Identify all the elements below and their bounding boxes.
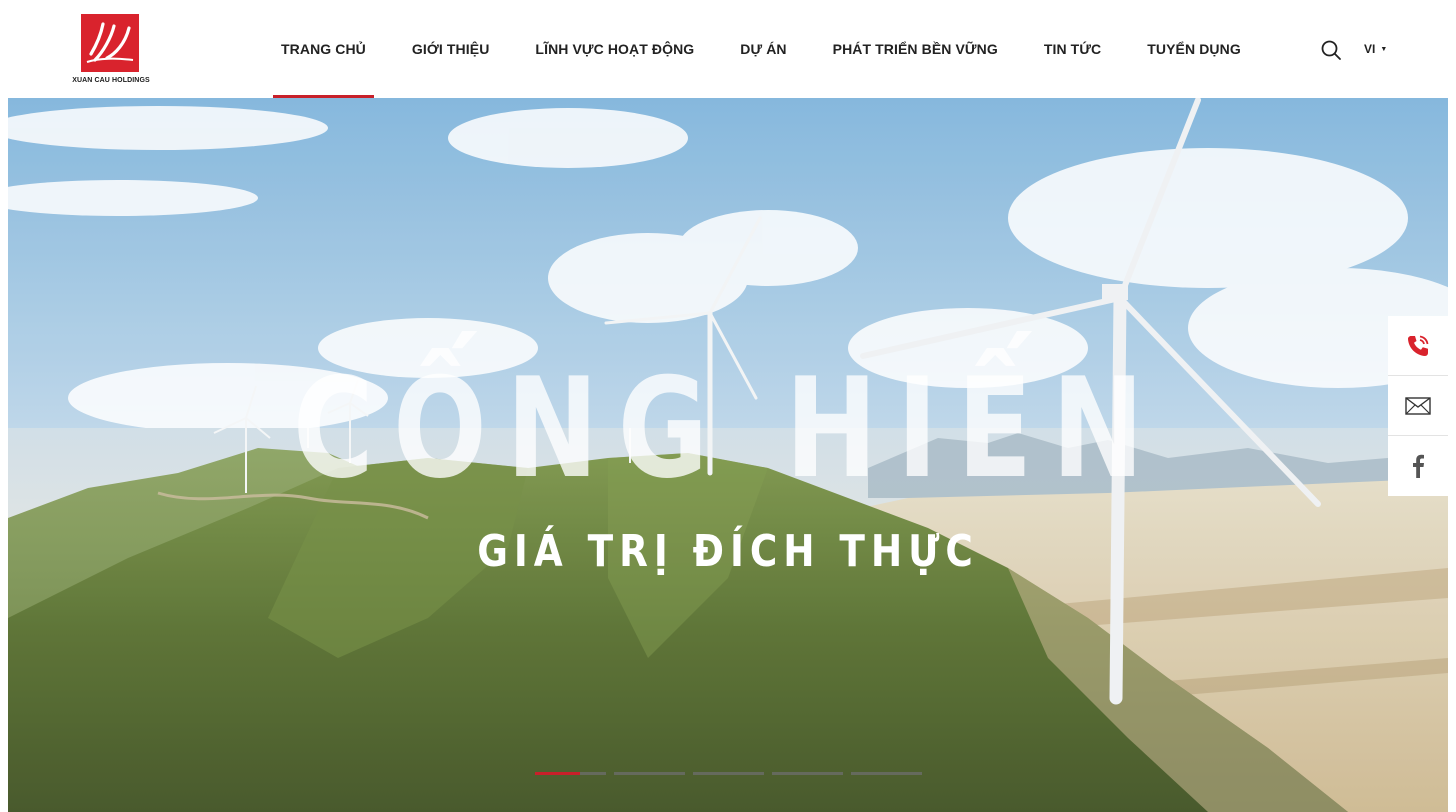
nav-item-careers[interactable]: TUYỂN DỤNG <box>1139 0 1249 98</box>
language-label: VI <box>1364 42 1376 56</box>
nav-item-home[interactable]: TRANG CHỦ <box>273 0 374 98</box>
main-nav: TRANG CHỦ GIỚI THIỆU LĨNH VỰC HOẠT ĐỘNG … <box>273 0 1279 98</box>
slide-dot-2[interactable] <box>614 772 685 775</box>
nav-item-news[interactable]: TIN TỨC <box>1036 0 1109 98</box>
site-header: XUAN CAU HOLDINGS TRANG CHỦ GIỚI THIỆU L… <box>8 0 1448 98</box>
search-icon[interactable] <box>1320 39 1342 61</box>
language-switcher[interactable]: VI ▼ <box>1364 42 1387 56</box>
page-frame: XUAN CAU HOLDINGS TRANG CHỦ GIỚI THIỆU L… <box>8 0 1448 812</box>
facebook-button[interactable] <box>1388 436 1448 496</box>
nav-item-projects[interactable]: DỰ ÁN <box>732 0 794 98</box>
nav-item-sustainability[interactable]: PHÁT TRIỂN BỀN VỮNG <box>825 0 1006 98</box>
hero-subline: GIÁ TRỊ ĐÍCH THỰC <box>477 526 979 577</box>
phone-button[interactable] <box>1388 316 1448 376</box>
hero-headline: CỐNG HIẾN <box>292 348 1164 509</box>
phone-icon <box>1408 335 1429 356</box>
logo-mark-icon <box>81 14 139 72</box>
slider-pagination <box>535 772 922 775</box>
facebook-icon <box>1413 454 1424 478</box>
logo-wordmark: XUAN CAU HOLDINGS <box>72 77 150 84</box>
mail-icon <box>1405 396 1431 415</box>
floating-contact-bar <box>1388 316 1448 496</box>
slide-dot-1[interactable] <box>535 772 606 775</box>
slide-dot-3[interactable] <box>693 772 764 775</box>
nav-item-fields[interactable]: LĨNH VỰC HOẠT ĐỘNG <box>527 0 702 98</box>
slide-dot-4[interactable] <box>772 772 843 775</box>
hero-banner: CỐNG HIẾN GIÁ TRỊ ĐÍCH THỰC <box>8 98 1448 812</box>
mail-button[interactable] <box>1388 376 1448 436</box>
slide-dot-5[interactable] <box>851 772 922 775</box>
nav-item-about[interactable]: GIỚI THIỆU <box>404 0 498 98</box>
brand-logo[interactable]: XUAN CAU HOLDINGS <box>68 14 154 88</box>
caret-down-icon: ▼ <box>1380 45 1388 53</box>
